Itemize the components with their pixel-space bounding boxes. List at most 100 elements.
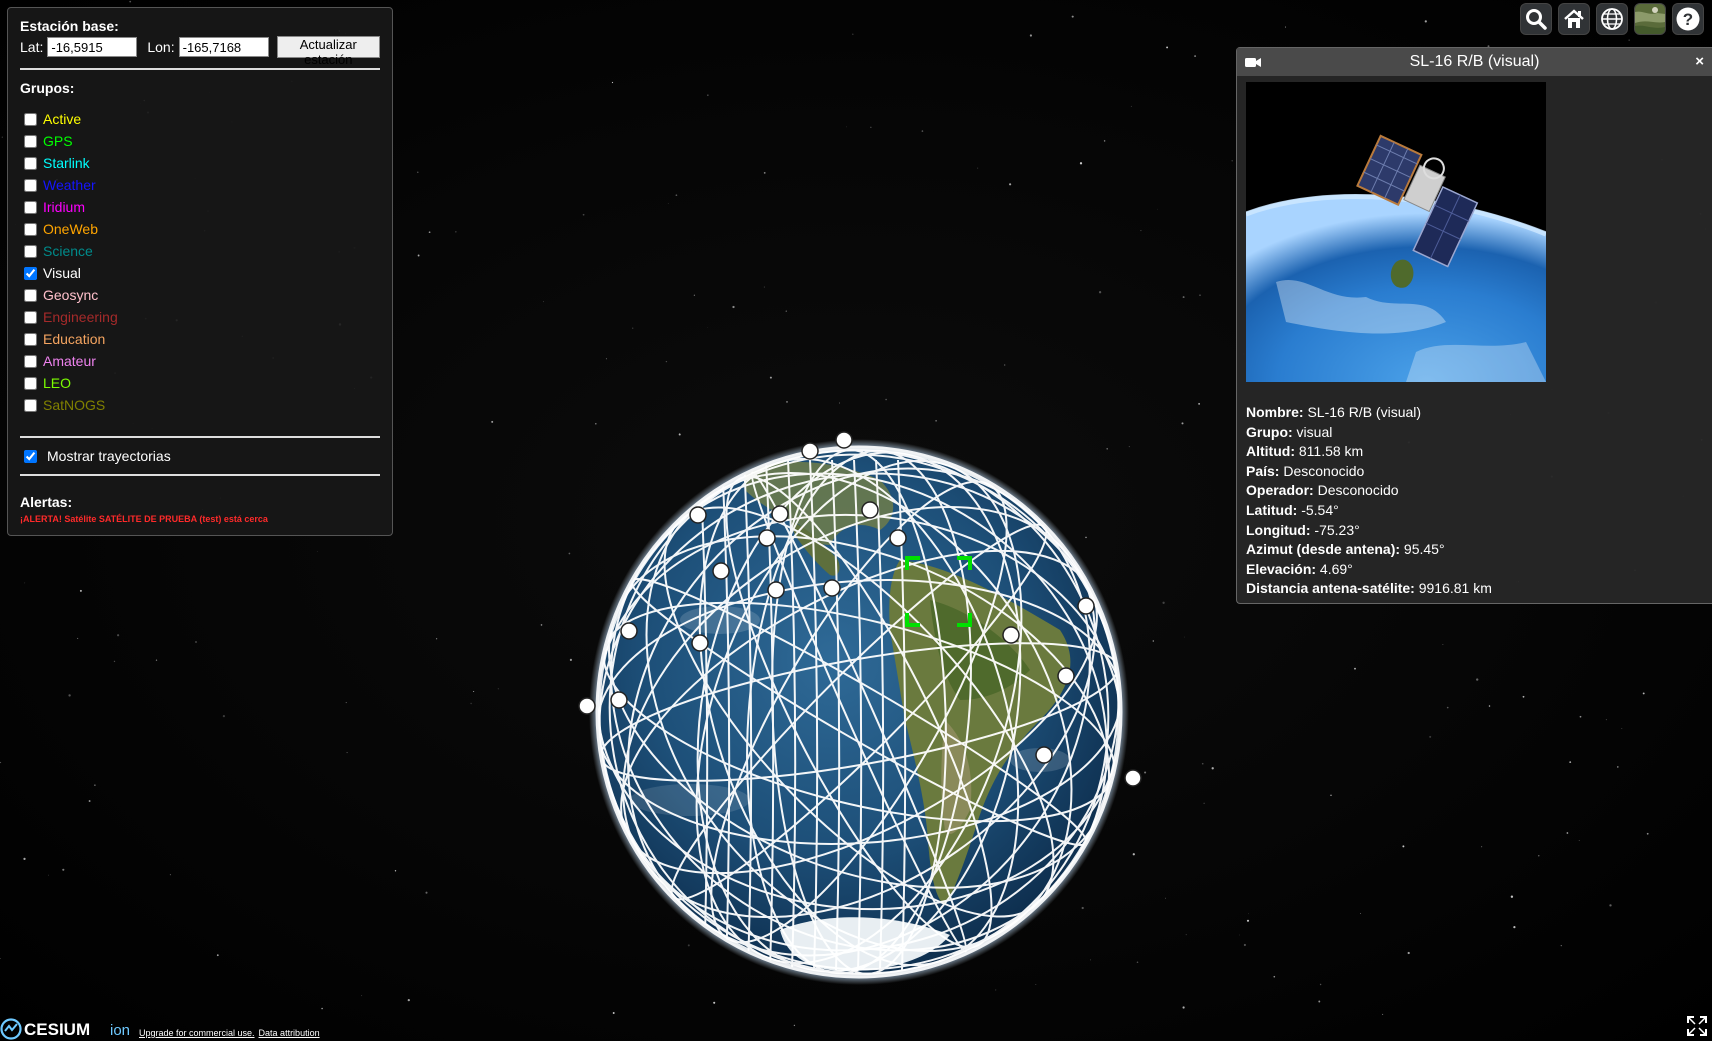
camera-icon[interactable] bbox=[1245, 56, 1261, 68]
satellite-point[interactable] bbox=[620, 622, 638, 640]
imagery-icon bbox=[1635, 4, 1665, 34]
info-field-label: País: bbox=[1246, 462, 1280, 479]
group-item-engineering[interactable]: Engineering bbox=[20, 306, 380, 328]
trajectories-checkbox[interactable] bbox=[24, 449, 37, 463]
data-attribution-link[interactable]: Data attribution bbox=[259, 1028, 320, 1038]
group-item-satnogs[interactable]: SatNOGS bbox=[20, 394, 380, 416]
group-item-starlink[interactable]: Starlink bbox=[20, 152, 380, 174]
info-field: Altitud: 811.58 km bbox=[1246, 442, 1492, 462]
satellite-point[interactable] bbox=[771, 505, 789, 523]
update-station-button[interactable]: Actualizar estación bbox=[276, 36, 380, 67]
info-field-value: -75.23° bbox=[1314, 521, 1360, 538]
toolbar: ? bbox=[1520, 3, 1704, 35]
group-item-amateur[interactable]: Amateur bbox=[20, 350, 380, 372]
group-item-iridium[interactable]: Iridium bbox=[20, 196, 380, 218]
group-label: SatNOGS bbox=[43, 397, 106, 413]
infobox-details: Nombre: SL-16 R/B (visual) Grupo: visual A… bbox=[1246, 403, 1492, 599]
group-item-science[interactable]: Science bbox=[20, 240, 380, 262]
group-label: Science bbox=[43, 243, 93, 259]
search-icon bbox=[1526, 9, 1547, 30]
divider bbox=[20, 68, 380, 70]
satellite-point[interactable] bbox=[610, 691, 628, 709]
upgrade-link[interactable]: Upgrade for commercial use. bbox=[139, 1028, 255, 1038]
home-icon bbox=[1564, 9, 1584, 28]
satellite-point[interactable] bbox=[1077, 597, 1095, 615]
group-checkbox[interactable] bbox=[24, 112, 37, 126]
group-label: Engineering bbox=[43, 309, 118, 325]
satellite-image bbox=[1246, 82, 1546, 382]
group-item-active[interactable]: Active bbox=[20, 108, 380, 130]
group-checkbox[interactable] bbox=[24, 266, 37, 280]
group-item-gps[interactable]: GPS bbox=[20, 130, 380, 152]
cesium-viewer[interactable]: Estación base: Lat: Lon: Actualizar esta… bbox=[0, 0, 1712, 1041]
group-item-oneweb[interactable]: OneWeb bbox=[20, 218, 380, 240]
info-field: Operador: Desconocido bbox=[1246, 481, 1492, 501]
info-field: Longitud: -75.23° bbox=[1246, 521, 1492, 541]
lat-input[interactable] bbox=[47, 37, 138, 57]
satellite-point[interactable] bbox=[691, 634, 709, 652]
satellite-point[interactable] bbox=[1002, 626, 1020, 644]
group-item-leo[interactable]: LEO bbox=[20, 372, 380, 394]
svg-text:ion: ion bbox=[110, 1022, 130, 1039]
infobox-header: SL-16 R/B (visual) × bbox=[1237, 48, 1712, 76]
satellite-point[interactable] bbox=[712, 562, 730, 580]
group-checkbox[interactable] bbox=[24, 376, 37, 390]
groups-list: Active GPS Starlink Weather Iridium OneWeb Sci… bbox=[20, 108, 380, 416]
info-field-value: -5.54° bbox=[1301, 501, 1339, 518]
satellite-point[interactable] bbox=[835, 431, 853, 449]
info-field-value: SL-16 R/B (visual) bbox=[1307, 404, 1422, 420]
group-checkbox[interactable] bbox=[24, 398, 37, 412]
group-checkbox[interactable] bbox=[24, 354, 37, 368]
base-layer-button[interactable] bbox=[1634, 3, 1666, 35]
group-item-visual[interactable]: Visual bbox=[20, 262, 380, 284]
search-button[interactable] bbox=[1520, 3, 1552, 35]
globe-icon bbox=[1601, 8, 1623, 30]
group-label: Active bbox=[43, 111, 82, 127]
satellite-point[interactable] bbox=[861, 501, 879, 519]
group-item-education[interactable]: Education bbox=[20, 328, 380, 350]
info-field-label: Operador: bbox=[1246, 482, 1314, 499]
satellite-point[interactable] bbox=[758, 529, 776, 547]
home-button[interactable] bbox=[1558, 3, 1590, 35]
satellite-point[interactable] bbox=[767, 581, 785, 599]
group-checkbox[interactable] bbox=[24, 178, 37, 192]
info-field-label: Elevación: bbox=[1246, 560, 1317, 577]
control-panel: Estación base: Lat: Lon: Actualizar esta… bbox=[7, 7, 393, 536]
group-checkbox[interactable] bbox=[24, 156, 37, 170]
info-field-value: Desconocido bbox=[1317, 482, 1399, 499]
group-checkbox[interactable] bbox=[24, 200, 37, 214]
group-checkbox[interactable] bbox=[24, 134, 37, 148]
group-checkbox[interactable] bbox=[24, 222, 37, 236]
close-icon[interactable]: × bbox=[1695, 53, 1704, 70]
info-field-value: visual bbox=[1296, 423, 1333, 440]
group-item-weather[interactable]: Weather bbox=[20, 174, 380, 196]
info-field: Nombre: SL-16 R/B (visual) bbox=[1246, 403, 1492, 423]
satellite-point[interactable] bbox=[689, 506, 707, 524]
group-checkbox[interactable] bbox=[24, 244, 37, 258]
satellite-point[interactable] bbox=[578, 697, 596, 715]
group-checkbox[interactable] bbox=[24, 332, 37, 346]
satellite-point[interactable] bbox=[823, 579, 841, 597]
help-button[interactable]: ? bbox=[1672, 3, 1704, 35]
group-checkbox[interactable] bbox=[24, 310, 37, 324]
satellite-point[interactable] bbox=[1035, 746, 1053, 764]
lon-input[interactable] bbox=[178, 37, 269, 57]
satellite-point[interactable] bbox=[1057, 667, 1075, 685]
info-field-label: Azimut (desde antena): bbox=[1246, 541, 1401, 558]
infobox-title: SL-16 R/B (visual) bbox=[1409, 53, 1540, 70]
svg-text:?: ? bbox=[1683, 10, 1693, 29]
group-item-geosync[interactable]: Geosync bbox=[20, 284, 380, 306]
satellite-point[interactable] bbox=[889, 529, 907, 547]
station-title: Estación base: bbox=[20, 18, 119, 34]
info-field-value: 4.69° bbox=[1319, 560, 1353, 577]
cesium-logo[interactable]: CESIUM ion bbox=[0, 1015, 135, 1041]
info-field-label: Nombre: bbox=[1246, 404, 1304, 420]
fullscreen-icon[interactable] bbox=[1686, 1015, 1708, 1037]
satellite-point[interactable] bbox=[1124, 769, 1142, 787]
group-checkbox[interactable] bbox=[24, 288, 37, 302]
info-field: País: Desconocido bbox=[1246, 462, 1492, 482]
scene-mode-button[interactable] bbox=[1596, 3, 1628, 35]
info-field-value: 811.58 km bbox=[1298, 443, 1364, 460]
satellite-point[interactable] bbox=[801, 442, 819, 460]
group-label: GPS bbox=[43, 133, 73, 149]
